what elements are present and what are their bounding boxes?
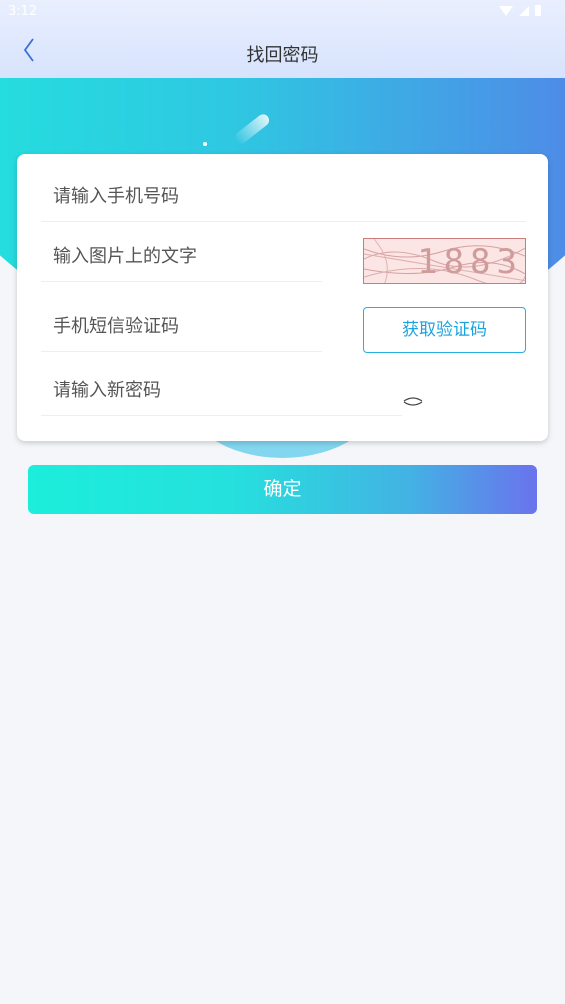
- star-decoration: [203, 142, 207, 146]
- sms-code-field: [41, 302, 322, 352]
- form-card: 1883 获取验证码: [17, 154, 548, 441]
- page-title: 找回密码: [246, 45, 319, 66]
- password-field: [41, 366, 402, 416]
- battery-icon: [535, 5, 541, 16]
- captcha-field: [41, 232, 322, 282]
- get-code-button[interactable]: 获取验证码: [363, 307, 526, 353]
- phone-field: [41, 172, 526, 222]
- captcha-code: 1883: [417, 242, 523, 282]
- signal-icon: [519, 5, 529, 16]
- status-time: 3:12: [8, 4, 38, 19]
- status-icons: [499, 5, 541, 16]
- toggle-password-visibility[interactable]: [403, 394, 423, 408]
- wifi-icon: [499, 5, 513, 16]
- eye-closed-icon: [403, 397, 423, 406]
- confirm-button[interactable]: 确定: [28, 465, 537, 514]
- status-bar: 3:12: [0, 0, 565, 24]
- sms-code-input[interactable]: [41, 302, 322, 351]
- new-password-input[interactable]: [41, 366, 402, 415]
- captcha-input[interactable]: [41, 232, 322, 281]
- captcha-image[interactable]: 1883: [363, 238, 526, 284]
- phone-input[interactable]: [41, 172, 526, 221]
